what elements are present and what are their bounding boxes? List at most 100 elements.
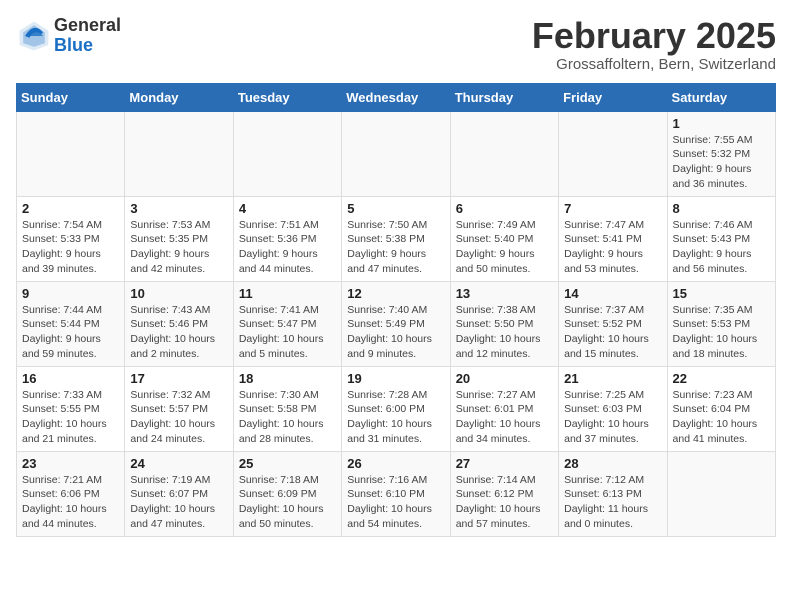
calendar-cell [450, 111, 558, 196]
calendar-cell: 22 Sunrise: 7:23 AM Sunset: 6:04 PM Dayli… [667, 366, 775, 451]
month-title: February 2025 [532, 16, 776, 56]
week-row-3: 9 Sunrise: 7:44 AM Sunset: 5:44 PM Daylig… [17, 281, 776, 366]
day-info: Sunrise: 7:37 AM Sunset: 5:52 PM Dayligh… [564, 303, 661, 362]
day-number: 12 [347, 286, 444, 301]
calendar-cell: 28 Sunrise: 7:12 AM Sunset: 6:13 PM Dayli… [559, 451, 667, 536]
day-number: 22 [673, 371, 770, 386]
calendar-cell: 12Sunrise: 7:40 AM Sunset: 5:49 PM Dayli… [342, 281, 450, 366]
calendar-cell: 2 Sunrise: 7:54 AM Sunset: 5:33 PM Daylig… [17, 196, 125, 281]
calendar-cell: 26 Sunrise: 7:16 AM Sunset: 6:10 PM Dayli… [342, 451, 450, 536]
weekday-header-row: SundayMondayTuesdayWednesdayThursdayFrid… [17, 83, 776, 111]
day-info: Sunrise: 7:53 AM Sunset: 5:35 PM Dayligh… [130, 218, 227, 277]
day-info: Sunrise: 7:33 AM Sunset: 5:55 PM Dayligh… [22, 388, 119, 447]
calendar-table: SundayMondayTuesdayWednesdayThursdayFrid… [16, 83, 776, 537]
day-number: 15 [673, 286, 770, 301]
calendar-cell [233, 111, 341, 196]
page-header: General Blue February 2025 Grossaffolter… [16, 16, 776, 73]
weekday-header-saturday: Saturday [667, 83, 775, 111]
logo-text: General Blue [54, 16, 121, 56]
calendar-cell: 25Sunrise: 7:18 AM Sunset: 6:09 PM Dayli… [233, 451, 341, 536]
calendar-cell: 9 Sunrise: 7:44 AM Sunset: 5:44 PM Daylig… [17, 281, 125, 366]
day-number: 28 [564, 456, 661, 471]
day-info: Sunrise: 7:46 AM Sunset: 5:43 PM Dayligh… [673, 218, 770, 277]
weekday-header-tuesday: Tuesday [233, 83, 341, 111]
week-row-4: 16 Sunrise: 7:33 AM Sunset: 5:55 PM Dayli… [17, 366, 776, 451]
day-number: 2 [22, 201, 119, 216]
calendar-cell: 14 Sunrise: 7:37 AM Sunset: 5:52 PM Dayli… [559, 281, 667, 366]
calendar-cell: 4 Sunrise: 7:51 AM Sunset: 5:36 PM Daylig… [233, 196, 341, 281]
day-info: Sunrise: 7:16 AM Sunset: 6:10 PM Dayligh… [347, 473, 444, 532]
day-info: Sunrise: 7:35 AM Sunset: 5:53 PM Dayligh… [673, 303, 770, 362]
calendar-cell: 16 Sunrise: 7:33 AM Sunset: 5:55 PM Dayli… [17, 366, 125, 451]
day-number: 10 [130, 286, 227, 301]
day-number: 7 [564, 201, 661, 216]
day-number: 6 [456, 201, 553, 216]
day-number: 13 [456, 286, 553, 301]
calendar-cell [17, 111, 125, 196]
day-number: 16 [22, 371, 119, 386]
day-info: Sunrise: 7:43 AM Sunset: 5:46 PM Dayligh… [130, 303, 227, 362]
day-number: 11 [239, 286, 336, 301]
day-number: 24 [130, 456, 227, 471]
day-number: 17 [130, 371, 227, 386]
day-number: 1 [673, 116, 770, 131]
day-info: Sunrise: 7:50 AM Sunset: 5:38 PM Dayligh… [347, 218, 444, 277]
weekday-header-friday: Friday [559, 83, 667, 111]
day-info: Sunrise: 7:47 AM Sunset: 5:41 PM Dayligh… [564, 218, 661, 277]
day-info: Sunrise: 7:18 AM Sunset: 6:09 PM Dayligh… [239, 473, 336, 532]
calendar-cell: 21 Sunrise: 7:25 AM Sunset: 6:03 PM Dayli… [559, 366, 667, 451]
week-row-5: 23 Sunrise: 7:21 AM Sunset: 6:06 PM Dayli… [17, 451, 776, 536]
day-number: 23 [22, 456, 119, 471]
day-info: Sunrise: 7:54 AM Sunset: 5:33 PM Dayligh… [22, 218, 119, 277]
calendar-cell: 10 Sunrise: 7:43 AM Sunset: 5:46 PM Dayli… [125, 281, 233, 366]
day-info: Sunrise: 7:38 AM Sunset: 5:50 PM Dayligh… [456, 303, 553, 362]
day-number: 9 [22, 286, 119, 301]
logo-general: General [54, 16, 121, 36]
location-title: Grossaffoltern, Bern, Switzerland [532, 56, 776, 73]
calendar-cell: 11 Sunrise: 7:41 AM Sunset: 5:47 PM Dayli… [233, 281, 341, 366]
calendar-cell: 6 Sunrise: 7:49 AM Sunset: 5:40 PM Daylig… [450, 196, 558, 281]
title-block: February 2025 Grossaffoltern, Bern, Swit… [532, 16, 776, 73]
day-number: 5 [347, 201, 444, 216]
weekday-header-sunday: Sunday [17, 83, 125, 111]
day-number: 14 [564, 286, 661, 301]
calendar-cell: 1Sunrise: 7:55 AM Sunset: 5:32 PM Daylig… [667, 111, 775, 196]
calendar-cell: 23 Sunrise: 7:21 AM Sunset: 6:06 PM Dayli… [17, 451, 125, 536]
calendar-cell [125, 111, 233, 196]
day-info: Sunrise: 7:21 AM Sunset: 6:06 PM Dayligh… [22, 473, 119, 532]
day-info: Sunrise: 7:41 AM Sunset: 5:47 PM Dayligh… [239, 303, 336, 362]
day-number: 3 [130, 201, 227, 216]
weekday-header-thursday: Thursday [450, 83, 558, 111]
calendar-cell: 3 Sunrise: 7:53 AM Sunset: 5:35 PM Daylig… [125, 196, 233, 281]
day-number: 19 [347, 371, 444, 386]
day-number: 26 [347, 456, 444, 471]
calendar-cell: 5 Sunrise: 7:50 AM Sunset: 5:38 PM Daylig… [342, 196, 450, 281]
calendar-cell: 19 Sunrise: 7:28 AM Sunset: 6:00 PM Dayli… [342, 366, 450, 451]
day-info: Sunrise: 7:51 AM Sunset: 5:36 PM Dayligh… [239, 218, 336, 277]
day-info: Sunrise: 7:28 AM Sunset: 6:00 PM Dayligh… [347, 388, 444, 447]
day-info: Sunrise: 7:49 AM Sunset: 5:40 PM Dayligh… [456, 218, 553, 277]
calendar-cell: 18Sunrise: 7:30 AM Sunset: 5:58 PM Dayli… [233, 366, 341, 451]
day-info: Sunrise: 7:14 AM Sunset: 6:12 PM Dayligh… [456, 473, 553, 532]
day-info: Sunrise: 7:25 AM Sunset: 6:03 PM Dayligh… [564, 388, 661, 447]
day-info: Sunrise: 7:19 AM Sunset: 6:07 PM Dayligh… [130, 473, 227, 532]
calendar-cell: 13 Sunrise: 7:38 AM Sunset: 5:50 PM Dayli… [450, 281, 558, 366]
week-row-1: 1Sunrise: 7:55 AM Sunset: 5:32 PM Daylig… [17, 111, 776, 196]
day-number: 20 [456, 371, 553, 386]
day-info: Sunrise: 7:30 AM Sunset: 5:58 PM Dayligh… [239, 388, 336, 447]
logo-blue: Blue [54, 36, 121, 56]
calendar-cell [667, 451, 775, 536]
calendar-cell: 15 Sunrise: 7:35 AM Sunset: 5:53 PM Dayli… [667, 281, 775, 366]
day-number: 21 [564, 371, 661, 386]
calendar-cell [342, 111, 450, 196]
calendar-cell: 8Sunrise: 7:46 AM Sunset: 5:43 PM Daylig… [667, 196, 775, 281]
day-info: Sunrise: 7:32 AM Sunset: 5:57 PM Dayligh… [130, 388, 227, 447]
day-info: Sunrise: 7:23 AM Sunset: 6:04 PM Dayligh… [673, 388, 770, 447]
day-info: Sunrise: 7:12 AM Sunset: 6:13 PM Dayligh… [564, 473, 661, 532]
logo: General Blue [16, 16, 121, 56]
calendar-cell: 24 Sunrise: 7:19 AM Sunset: 6:07 PM Dayli… [125, 451, 233, 536]
day-number: 4 [239, 201, 336, 216]
day-info: Sunrise: 7:44 AM Sunset: 5:44 PM Dayligh… [22, 303, 119, 362]
day-number: 27 [456, 456, 553, 471]
day-info: Sunrise: 7:27 AM Sunset: 6:01 PM Dayligh… [456, 388, 553, 447]
